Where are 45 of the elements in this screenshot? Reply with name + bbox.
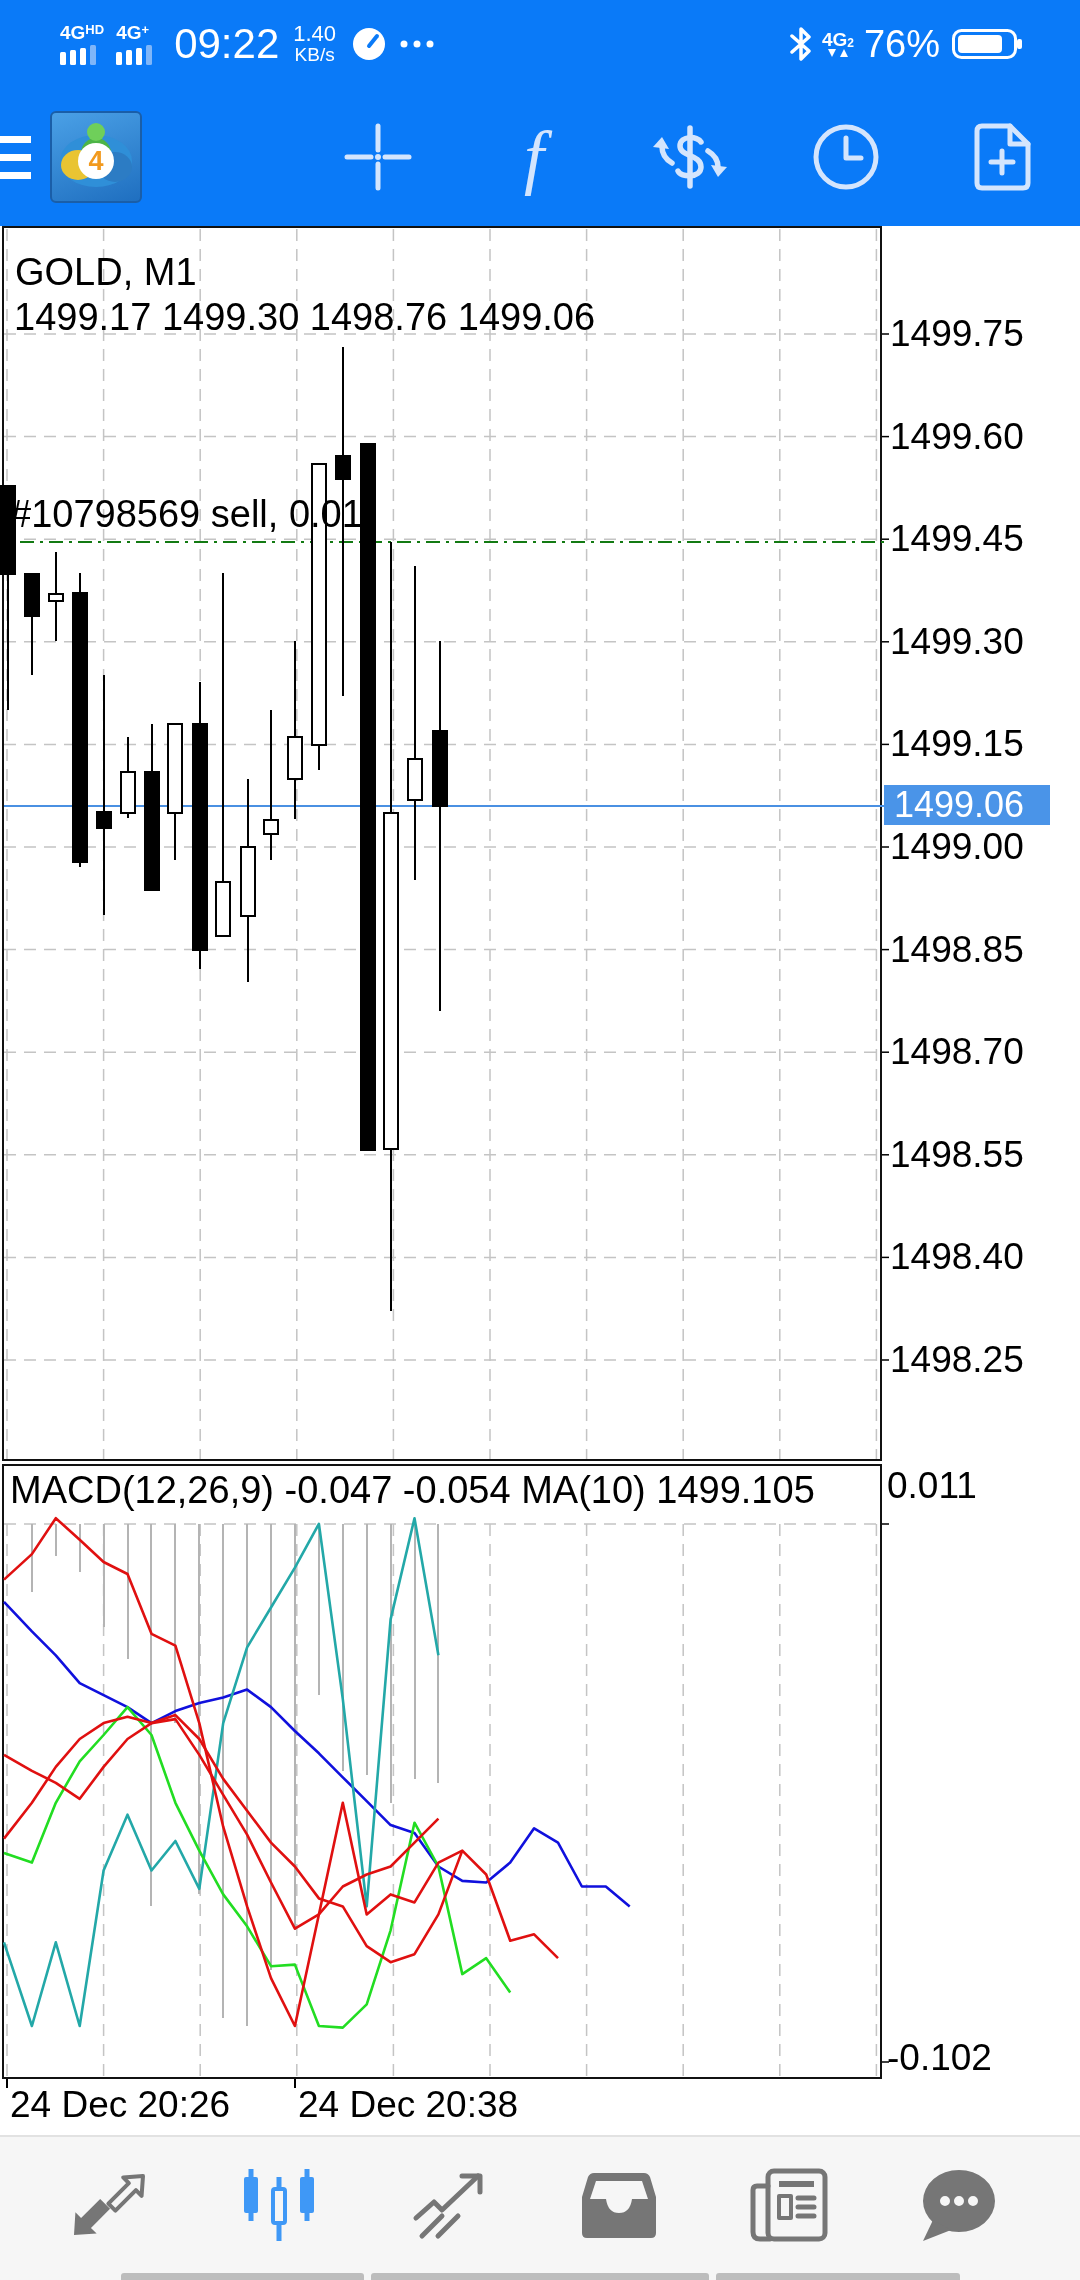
time-axis-label: 24 Dec 20:38 [298,2083,519,2127]
price-axis-label: 1499.45 [890,517,1024,562]
clock-icon[interactable] [812,123,880,191]
dollar-arrows-icon[interactable] [650,125,730,189]
time-axis-label: 24 Dec 20:26 [10,2083,231,2127]
price-axis-label: 1499.30 [890,619,1024,664]
price-axis-label: 1498.70 [890,1030,1024,1075]
inbox-icon[interactable] [582,2171,656,2239]
price-axis-label: 1498.25 [890,1338,1024,1382]
price-axis-label: 1498.55 [890,1132,1024,1177]
newspaper-icon[interactable] [750,2168,828,2242]
indicator-axis-label: -0.102 [887,2036,992,2080]
network-speed: 1.40 [293,22,337,45]
add-document-icon[interactable] [973,123,1031,191]
time-axis-tick [6,2079,8,2089]
network-label: 4G$_{2}$ [821,30,854,49]
speedometer-icon [352,27,387,61]
chat-icon[interactable] [921,2168,997,2242]
symbol-label: GOLD, M1 [15,250,197,294]
network-label: 4G$^{HD}$ [60,23,105,42]
arrows-icon[interactable] [71,2172,147,2238]
trend-arrow-icon[interactable] [412,2170,486,2240]
indicator-axis-label: 0.011 [887,1464,977,1508]
network-label: 4G$^{+}$ [116,23,150,42]
bluetooth-icon [789,26,812,62]
indicator-title: MACD(12,26,9) -0.047 -0.054 MA(10) 1499.105 [10,1468,815,1512]
battery-icon [952,29,1022,59]
time-axis-tick [294,2079,296,2089]
status-time: 09:22 [174,23,280,65]
ellipsis-icon [400,40,435,48]
data-arrows-icon [827,49,848,58]
speed-unit: KB/s [294,44,335,66]
price-axis-label: 1499.15 [890,722,1024,767]
candlestick-icon[interactable] [241,2167,317,2243]
current-price-tag: 1499.06 [884,785,1050,825]
price-axis-label: 1498.40 [890,1235,1024,1280]
battery-percent: 76% [863,25,940,63]
function-button[interactable]: f [508,111,560,203]
crosshair-icon[interactable] [344,123,412,191]
ohlc-values: 1499.17 1499.30 1498.76 1499.06 [14,295,596,339]
price-axis-label: 1499.00 [890,825,1024,869]
menu-icon[interactable] [0,134,31,180]
price-axis-label: 1499.60 [890,414,1024,459]
price-axis-label: 1499.75 [890,312,1024,356]
price-axis-label: 1498.85 [890,927,1024,972]
